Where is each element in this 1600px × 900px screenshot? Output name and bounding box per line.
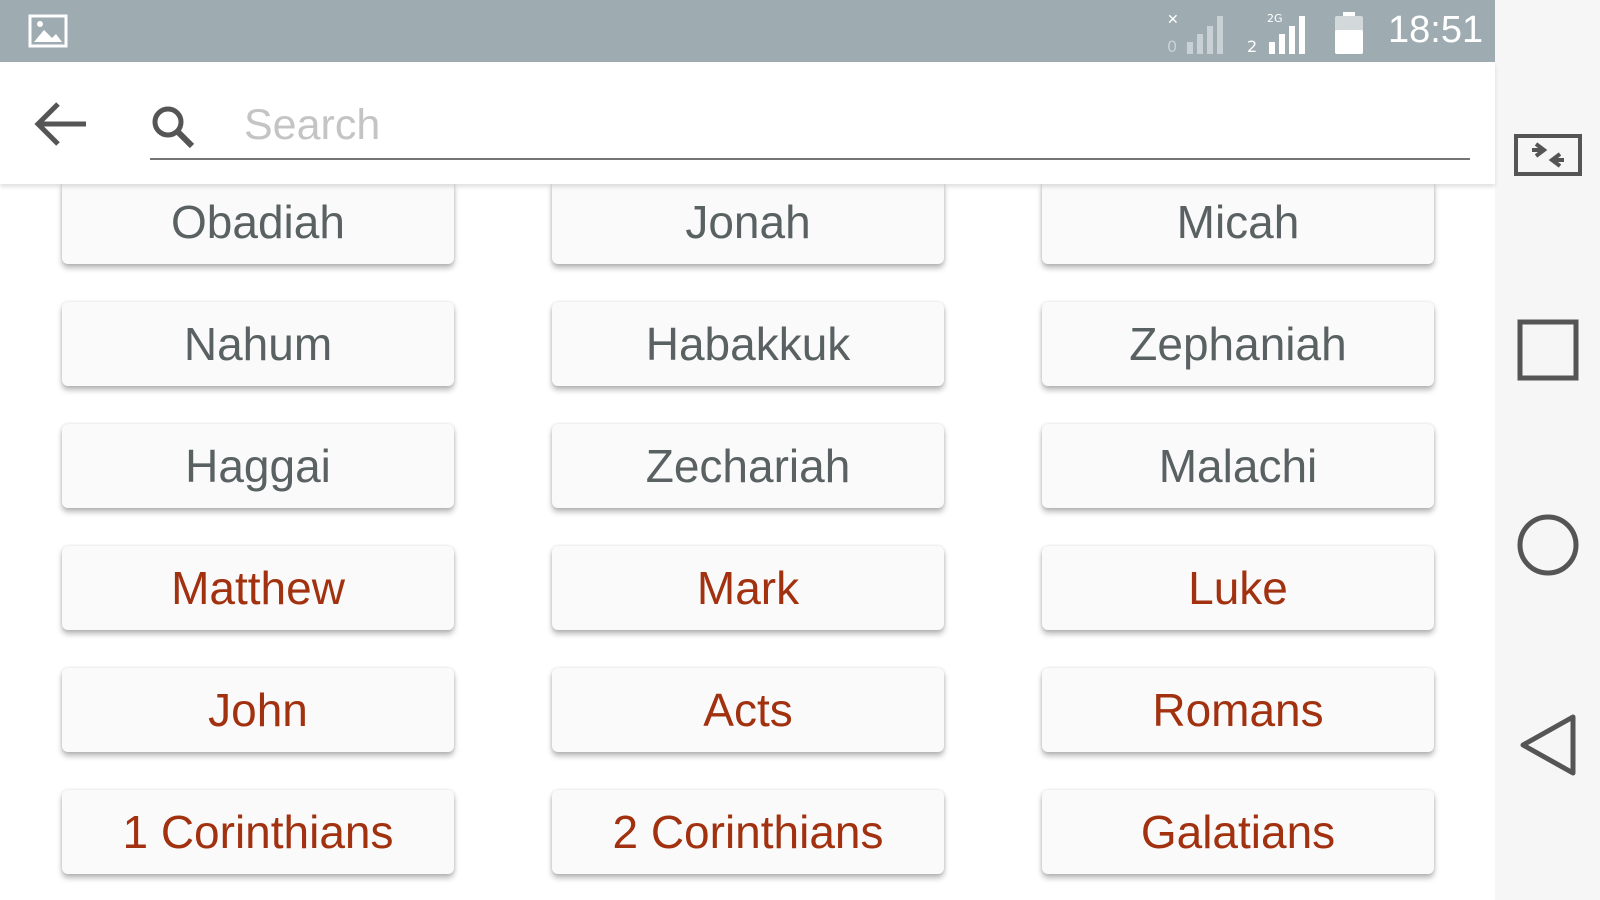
book-button[interactable]: John <box>62 668 454 752</box>
status-bar: ✕ 0 2G 2 18:51 <box>0 0 1495 62</box>
search-icon <box>152 106 195 149</box>
book-button[interactable]: Malachi <box>1042 424 1434 508</box>
book-button[interactable]: Matthew <box>62 546 454 630</box>
book-button[interactable]: Habakkuk <box>552 302 944 386</box>
book-button[interactable]: Zechariah <box>552 424 944 508</box>
switch-app-icon[interactable] <box>1495 115 1600 195</box>
signal-icon-sim1: ✕ 0 <box>1167 12 1223 56</box>
book-button[interactable]: Nahum <box>62 302 454 386</box>
book-button[interactable]: Galatians <box>1042 790 1434 874</box>
book-button[interactable]: Zephaniah <box>1042 302 1434 386</box>
svg-text:2: 2 <box>1247 37 1257 56</box>
book-button[interactable]: Micah <box>1042 184 1434 264</box>
book-button[interactable]: Luke <box>1042 546 1434 630</box>
book-button[interactable]: Haggai <box>62 424 454 508</box>
book-button[interactable]: Jonah <box>552 184 944 264</box>
navigation-bar <box>1495 0 1600 900</box>
book-button[interactable]: 2 Corinthians <box>552 790 944 874</box>
svg-text:2G: 2G <box>1267 12 1283 25</box>
back-arrow-icon[interactable] <box>30 96 92 152</box>
back-nav-icon[interactable] <box>1495 705 1600 785</box>
search-bar <box>150 90 1470 160</box>
home-icon[interactable] <box>1495 505 1600 585</box>
recents-icon[interactable] <box>1495 310 1600 390</box>
svg-text:0: 0 <box>1167 37 1177 56</box>
gallery-icon <box>28 14 68 48</box>
signal-icon-sim2: 2G 2 <box>1247 12 1305 56</box>
book-button[interactable]: Romans <box>1042 668 1434 752</box>
book-grid: Obadiah Jonah Micah Nahum Habakkuk Zephaniah H… <box>0 184 1495 900</box>
book-button[interactable]: Mark <box>552 546 944 630</box>
book-button[interactable]: Acts <box>552 668 944 752</box>
search-input[interactable] <box>242 96 1456 154</box>
search-app-bar <box>0 62 1495 184</box>
status-time: 18:51 <box>1388 9 1484 51</box>
book-button[interactable]: Obadiah <box>62 184 454 264</box>
book-button[interactable]: 1 Corinthians <box>62 790 454 874</box>
battery-icon <box>1335 12 1363 54</box>
svg-text:✕: ✕ <box>1167 12 1179 28</box>
